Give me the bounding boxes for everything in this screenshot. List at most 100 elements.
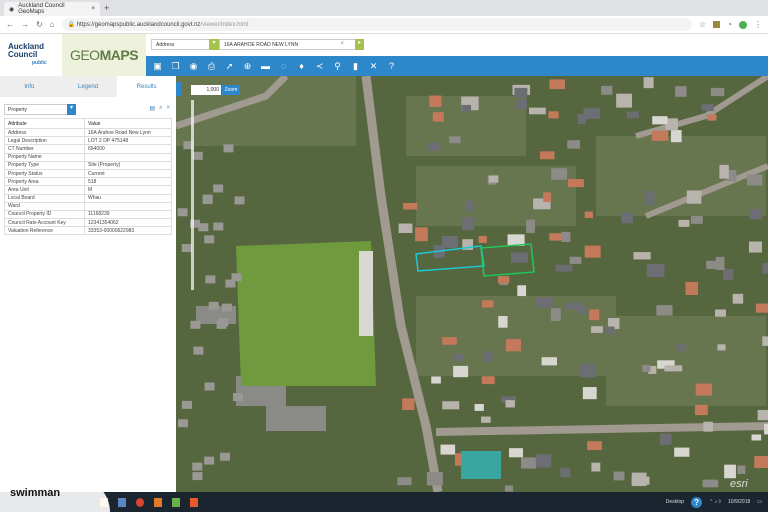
- desktop-label[interactable]: Desktop: [666, 499, 684, 505]
- export-icon[interactable]: ▤: [149, 105, 155, 112]
- building: [402, 398, 415, 410]
- building: [202, 196, 213, 205]
- building: [429, 95, 442, 107]
- building: [555, 264, 573, 272]
- collapse-panel-button[interactable]: [176, 82, 181, 96]
- building: [213, 184, 224, 193]
- building: [676, 343, 687, 352]
- layer-select[interactable]: Property ▾: [4, 104, 76, 115]
- clear-icon[interactable]: ×: [340, 41, 344, 47]
- value-cell: M: [84, 185, 172, 195]
- select-icon[interactable]: ➚: [224, 61, 235, 72]
- attribute-cell: Property Type: [4, 160, 85, 170]
- measure-icon[interactable]: ▬: [260, 61, 271, 72]
- building: [642, 364, 651, 372]
- search-type-select[interactable]: Address ▾: [151, 39, 219, 50]
- building: [621, 212, 633, 224]
- bookmark-icon[interactable]: ▮: [350, 61, 361, 72]
- zoom-button[interactable]: Zoom: [222, 85, 240, 95]
- tools-icon[interactable]: ✕: [368, 61, 379, 72]
- table-row: Valuation Reference 33353-00000622983: [4, 226, 172, 236]
- building: [548, 111, 559, 119]
- building: [509, 448, 523, 458]
- help-icon[interactable]: ?: [386, 61, 397, 72]
- help-icon[interactable]: ?: [691, 496, 703, 508]
- reload-icon[interactable]: ↻: [36, 20, 43, 29]
- chevron-down-icon[interactable]: ▾: [67, 104, 76, 115]
- building: [442, 401, 460, 410]
- building: [551, 168, 567, 180]
- back-icon[interactable]: ←: [6, 20, 14, 29]
- building: [220, 452, 231, 461]
- building: [754, 456, 768, 468]
- building: [656, 305, 673, 316]
- building: [589, 309, 600, 321]
- profile-avatar[interactable]: [739, 20, 747, 29]
- app-icon[interactable]: [172, 497, 180, 507]
- app-icon[interactable]: [118, 497, 126, 507]
- browser-tab-bar: ◉ Auckland Council GeoMaps × +: [0, 0, 768, 16]
- building: [541, 357, 557, 366]
- building: [462, 217, 475, 231]
- scale-input[interactable]: 1,000: [191, 85, 221, 95]
- star-icon[interactable]: ☆: [699, 20, 706, 29]
- building: [449, 136, 461, 144]
- building: [582, 387, 597, 400]
- value-cell: LOT 2 DP 475148: [84, 136, 172, 146]
- building: [482, 351, 493, 362]
- table-row: Property Area 518: [4, 177, 172, 187]
- clock[interactable]: 10/9/2018: [728, 499, 750, 505]
- draw-icon[interactable]: ◌: [278, 61, 289, 72]
- building: [643, 77, 654, 89]
- notifications-icon[interactable]: ▭: [757, 499, 762, 505]
- tab-info[interactable]: Info: [0, 76, 59, 97]
- menu-icon[interactable]: ⋮: [754, 20, 762, 29]
- app-icon[interactable]: [190, 497, 198, 507]
- zoom-to-icon[interactable]: ⌕: [159, 105, 162, 112]
- attribute-cell: Valuation Reference: [4, 226, 85, 236]
- close-icon[interactable]: ×: [166, 105, 170, 112]
- search-input[interactable]: 16A ARAHOE ROAD NEW LYNN ×: [219, 39, 359, 50]
- marker-icon[interactable]: ⚲: [332, 61, 343, 72]
- water-icon[interactable]: ♦: [296, 61, 307, 72]
- extension-icon[interactable]: [713, 21, 721, 28]
- extension-icon[interactable]: ◔: [727, 20, 732, 29]
- building: [701, 104, 714, 112]
- map-toolbar: ▣ ❐ ◉ ⎙ ➚ ⊕ ▬ ◌ ♦ ≺ ⚲ ▮ ✕ ?: [146, 56, 768, 76]
- tab-legend[interactable]: Legend: [59, 76, 118, 97]
- basemap-icon[interactable]: ▣: [152, 61, 163, 72]
- table-row: Ward: [4, 201, 172, 211]
- building: [613, 471, 625, 481]
- building: [453, 365, 469, 378]
- print-icon[interactable]: ⎙: [206, 61, 217, 72]
- locate-icon[interactable]: ⊕: [242, 61, 253, 72]
- layers-icon[interactable]: ❐: [170, 61, 181, 72]
- building: [659, 433, 672, 445]
- building: [216, 320, 227, 329]
- building: [481, 416, 491, 423]
- building: [755, 303, 768, 313]
- chrome-icon[interactable]: [136, 497, 144, 507]
- building: [497, 276, 510, 284]
- building: [464, 200, 474, 212]
- tray-icons[interactable]: ⌃ ♪ ◊: [709, 499, 721, 505]
- eye-icon[interactable]: ◉: [188, 61, 199, 72]
- table-row: Address 16A Arahoe Road New Lynn: [4, 127, 172, 138]
- home-icon[interactable]: ⌂: [50, 20, 55, 29]
- building: [478, 235, 487, 243]
- zoom-slider[interactable]: [191, 100, 194, 290]
- forward-icon[interactable]: →: [21, 20, 29, 29]
- chevron-down-icon[interactable]: ▾: [209, 39, 219, 50]
- share-icon[interactable]: ≺: [314, 61, 325, 72]
- search-button[interactable]: ▸: [355, 39, 364, 50]
- map-view[interactable]: [176, 76, 768, 492]
- value-cell: 518: [84, 177, 172, 187]
- app-icon[interactable]: [154, 497, 162, 507]
- address-bar: ← → ↻ ⌂ 🔒 https://geomapspublic.aucklandcou…: [0, 16, 768, 34]
- tab-results[interactable]: Results: [117, 76, 177, 97]
- close-tab-icon[interactable]: ×: [91, 6, 95, 12]
- building: [587, 441, 602, 451]
- new-tab-button[interactable]: +: [104, 3, 109, 13]
- url-input[interactable]: 🔒 https://geomapspublic.aucklandcouncil.…: [61, 18, 692, 31]
- browser-tab[interactable]: ◉ Auckland Council GeoMaps ×: [4, 2, 100, 16]
